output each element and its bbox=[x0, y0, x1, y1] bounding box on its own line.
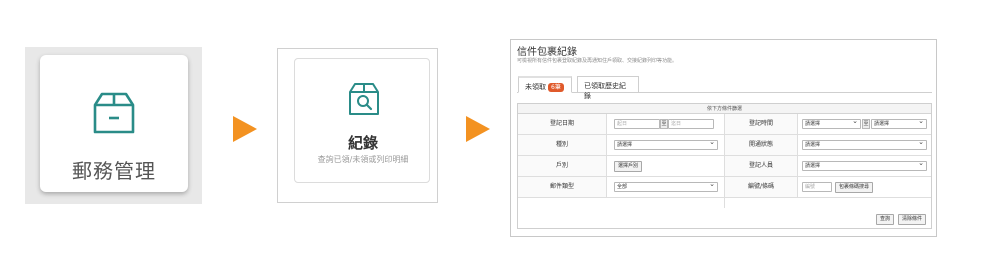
mail-management-panel: 郵務管理 bbox=[25, 47, 202, 204]
barcode-search-button[interactable]: 包裹條碼搜尋 bbox=[835, 182, 874, 193]
household-label: 戶別 bbox=[518, 156, 607, 176]
page-title: 信件包裹紀錄 bbox=[517, 47, 577, 58]
select-household-button[interactable]: 選擇戶別 bbox=[614, 161, 643, 172]
date-range-separator: 至 bbox=[660, 119, 668, 129]
records-subtitle: 查詢已領/未領或列印明細 bbox=[317, 155, 409, 164]
tab-bar: 未領取 6筆 已領取歷史紀錄 bbox=[517, 76, 932, 100]
form-row: 郵件類型 全部 編號/條碼 編號 包裹條碼搜尋 bbox=[518, 177, 931, 198]
filter-form-header: 依下方條件篩選 bbox=[518, 104, 931, 114]
notice-status-select[interactable]: 請選擇 bbox=[802, 138, 927, 150]
mail-management-tile[interactable]: 郵務管理 bbox=[40, 55, 188, 192]
mail-type-label: 郵件類型 bbox=[518, 177, 607, 197]
count-badge: 6筆 bbox=[548, 83, 564, 92]
form-row: 種別 請選擇 開通狀態 請選擇 bbox=[518, 135, 931, 156]
records-panel: 紀錄 查詢已領/未領或列印明細 bbox=[277, 48, 438, 203]
form-row: 戶別 選擇戶別 登記人員 請選擇 bbox=[518, 156, 931, 177]
tab-unclaimed[interactable]: 未領取 6筆 bbox=[518, 76, 572, 93]
start-date-input[interactable]: 起日 bbox=[614, 119, 660, 129]
category-label: 種別 bbox=[518, 135, 607, 155]
category-select[interactable]: 請選擇 bbox=[614, 138, 718, 150]
register-date-label: 登記日期 bbox=[518, 114, 607, 134]
register-time-label: 登記時間 bbox=[724, 114, 798, 134]
form-row: 登記日期 起日 至 迄日 登記時間 請選擇 至 請選擇 bbox=[518, 114, 931, 135]
tab-unclaimed-label: 未領取 bbox=[525, 83, 546, 91]
start-time-select[interactable]: 請選擇 bbox=[802, 117, 861, 129]
notice-status-label: 開通狀態 bbox=[724, 135, 798, 155]
records-tile[interactable]: 紀錄 查詢已領/未領或列印明細 bbox=[294, 58, 430, 183]
page-description: 可檢視所有信件包裹登取紀錄及再通知住戶領取、交接紀錄列印等功能。 bbox=[517, 58, 678, 64]
end-date-input[interactable]: 迄日 bbox=[668, 119, 714, 129]
mail-management-label: 郵務管理 bbox=[72, 159, 156, 183]
time-range-separator: 至 bbox=[862, 119, 870, 129]
arrow-right-icon bbox=[233, 116, 257, 142]
package-records-page: 信件包裹紀錄 可檢視所有信件包裹登取紀錄及再通知住戶領取、交接紀錄列印等功能。 … bbox=[510, 39, 937, 237]
filter-form: 依下方條件篩選 登記日期 起日 至 迄日 登記時間 請選擇 至 請選擇 種別 請… bbox=[517, 103, 932, 229]
package-search-icon bbox=[349, 83, 379, 115]
package-icon bbox=[93, 92, 135, 134]
clear-filters-button[interactable]: 清除條件 bbox=[898, 214, 927, 225]
tracking-number-input[interactable]: 編號 bbox=[802, 182, 832, 192]
registrar-label: 登記人員 bbox=[724, 156, 798, 176]
end-time-select[interactable]: 請選擇 bbox=[871, 117, 927, 129]
registrar-select[interactable]: 請選擇 bbox=[802, 159, 927, 171]
search-button[interactable]: 查詢 bbox=[876, 214, 895, 225]
records-title: 紀錄 bbox=[347, 134, 378, 152]
tracking-number-label: 編號/條碼 bbox=[724, 177, 798, 197]
arrow-right-icon bbox=[466, 116, 490, 142]
mail-type-select[interactable]: 全部 bbox=[614, 180, 718, 192]
tab-claimed-history[interactable]: 已領取歷史紀錄 bbox=[577, 76, 639, 100]
